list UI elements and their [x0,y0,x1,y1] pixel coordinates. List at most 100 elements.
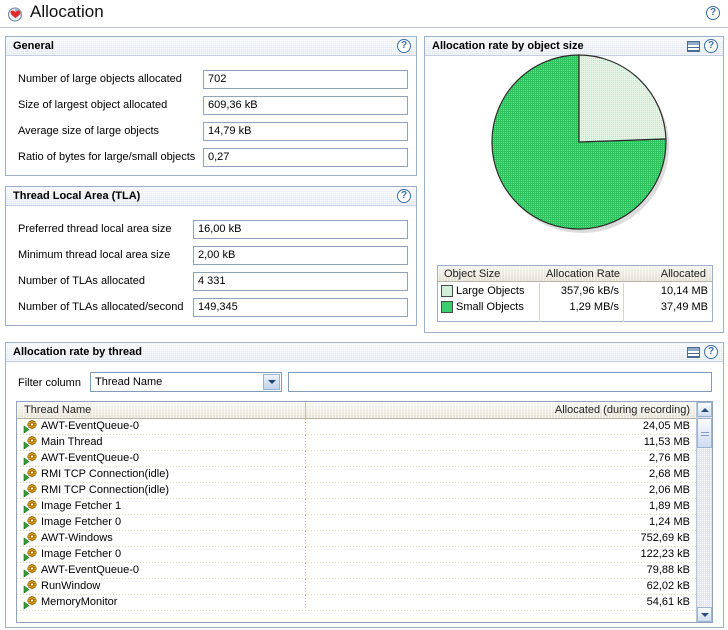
scroll-up-button[interactable] [697,402,712,417]
thread-name-cell: AWT-EventQueue-0 [41,564,140,576]
allocated-cell: 1,24 MB [649,516,690,528]
general-panel-header: General ? [6,37,416,56]
table-row[interactable]: Image Fetcher 0 122,23 kB [17,547,712,563]
thread-name-cell: RMI TCP Connection(idle) [41,484,169,496]
thread-name-cell: AWT-Windows [41,532,113,544]
tla-help-icon[interactable]: ? [397,189,411,203]
number-of-tlas-allocated-value[interactable]: 4 331 [193,271,408,291]
table-body: AWT-EventQueue-0 24,05 MB Main Thread 11… [17,419,712,622]
general-panel-title: General [13,40,54,52]
size-of-largest-object-allocated-value[interactable]: 609,36 kB [203,95,408,115]
column-header-allocated[interactable]: Allocated (during recording) [555,404,690,416]
table-row[interactable]: Image Fetcher 1 1,89 MB [17,499,712,515]
field-label: Number of TLAs allocated [18,275,145,287]
table-row[interactable]: RMI TCP Connection(idle) 2,06 MB [17,483,712,499]
table-icon[interactable] [687,346,700,358]
legend-rate-small-objects: 1,29 MB/s [569,301,619,313]
thread-name-cell: RMI TCP Connection(idle) [41,468,169,480]
thread-icon [23,515,39,530]
filter-column-label: Filter column [18,377,81,389]
legend-label-small-objects: Small Objects [456,301,524,313]
table-vertical-scrollbar[interactable] [696,402,712,622]
by-thread-panel-header: Allocation rate by thread ? [6,343,723,362]
tla-field-row: Preferred thread local area size 16,00 k… [18,219,408,239]
thread-name-cell: Image Fetcher 0 [41,548,122,560]
thread-icon [23,531,39,546]
preferred-tla-size-value[interactable]: 16,00 kB [193,219,408,239]
table-row[interactable]: AWT-Windows 752,69 kB [17,531,712,547]
object-size-help-icon[interactable]: ? [704,39,718,53]
filter-column-select[interactable]: Thread Name [90,372,282,392]
tla-panel: Thread Local Area (TLA) ? Preferred thre… [5,186,417,326]
allocated-cell: 11,53 MB [643,436,690,448]
filter-text-input[interactable] [288,372,712,392]
table-icon[interactable] [687,40,700,52]
legend-row-small-objects[interactable]: Small Objects 1,29 MB/s 37,49 MB [438,300,712,315]
allocated-cell: 54,61 kB [646,596,690,608]
tla-field-row: Number of TLAs allocated/second 149,345 [18,297,408,317]
field-label: Ratio of bytes for large/small objects [18,151,196,163]
field-label: Minimum thread local area size [18,249,171,261]
general-field-row: Number of large objects allocated 702 [18,69,408,89]
thread-name-cell: RunWindow [41,580,101,592]
legend-col-allocated: Allocated [660,268,706,280]
page-help-icon[interactable]: ? [706,6,720,20]
allocated-cell: 2,68 MB [649,468,690,480]
field-label: Size of largest object allocated [18,99,168,111]
thread-icon [23,451,39,466]
general-panel: General ? Number of large objects alloca… [5,36,417,176]
average-size-of-large-objects-value[interactable]: 14,79 kB [203,121,408,141]
tla-panel-header: Thread Local Area (TLA) ? [6,187,416,206]
legend-swatch-large-objects [441,285,453,297]
thread-icon [23,483,39,498]
ratio-of-bytes-value[interactable]: 0,27 [203,147,408,167]
field-label: Number of large objects allocated [18,73,182,85]
allocated-cell: 1,89 MB [649,500,690,512]
number-of-tlas-per-second-value[interactable]: 149,345 [193,297,408,317]
thread-icon [23,499,39,514]
allocated-cell: 24,05 MB [642,420,690,432]
table-row[interactable]: RMI TCP Connection(idle) 2,68 MB [17,467,712,483]
thread-icon [23,579,39,594]
by-thread-panel-title: Allocation rate by thread [13,346,142,358]
table-row[interactable]: AWT-EventQueue-0 79,88 kB [17,563,712,579]
allocation-by-thread-panel: Allocation rate by thread ? Filter colum… [5,342,724,628]
table-row[interactable]: RunWindow 62,02 kB [17,579,712,595]
legend-row-large-objects[interactable]: Large Objects 357,96 kB/s 10,14 MB [438,284,712,299]
table-row[interactable]: Main Thread 11,53 MB [17,435,712,451]
chevron-down-icon[interactable] [263,374,280,390]
allocated-cell: 79,88 kB [646,564,690,576]
page-title-bar: Allocation ? [0,0,728,28]
filter-column-selected-value: Thread Name [95,376,163,388]
column-header-thread-name[interactable]: Thread Name [24,404,91,416]
pie-chart-icon [7,5,24,22]
legend-allocated-large-objects: 10,14 MB [660,285,708,297]
allocation-by-object-size-panel: Allocation rate by object size ? Object … [424,36,724,333]
table-header[interactable]: Thread Name Allocated (during recording) [17,402,712,419]
allocation-pie-chart[interactable] [487,50,672,238]
table-row[interactable]: AWT-EventQueue-0 2,76 MB [17,451,712,467]
object-size-legend-table: Object Size Allocation Rate Allocated La… [437,265,713,322]
tla-field-row: Number of TLAs allocated 4 331 [18,271,408,291]
tla-panel-title: Thread Local Area (TLA) [13,190,141,202]
thread-icon [23,547,39,562]
allocated-cell: 62,02 kB [646,580,690,592]
table-row[interactable]: AWT-EventQueue-0 24,05 MB [17,419,712,435]
scroll-down-button[interactable] [697,607,712,622]
minimum-tla-size-value[interactable]: 2,00 kB [193,245,408,265]
by-thread-help-icon[interactable]: ? [704,345,718,359]
thread-icon [23,435,39,450]
thread-icon [23,419,39,434]
thread-icon [23,595,39,610]
legend-swatch-small-objects [441,301,453,313]
table-row[interactable]: MemoryMonitor 54,61 kB [17,595,712,611]
table-row[interactable]: Image Fetcher 0 1,24 MB [17,515,712,531]
number-of-large-objects-allocated-value[interactable]: 702 [203,69,408,89]
pie-slice-large-objects [578,54,667,143]
allocated-cell: 2,76 MB [649,452,690,464]
scroll-thumb[interactable] [697,418,712,448]
general-help-icon[interactable]: ? [397,39,411,53]
thread-name-cell: Image Fetcher 0 [41,516,122,528]
title-divider [0,27,728,28]
thread-allocation-table[interactable]: Thread Name Allocated (during recording) [16,401,713,623]
